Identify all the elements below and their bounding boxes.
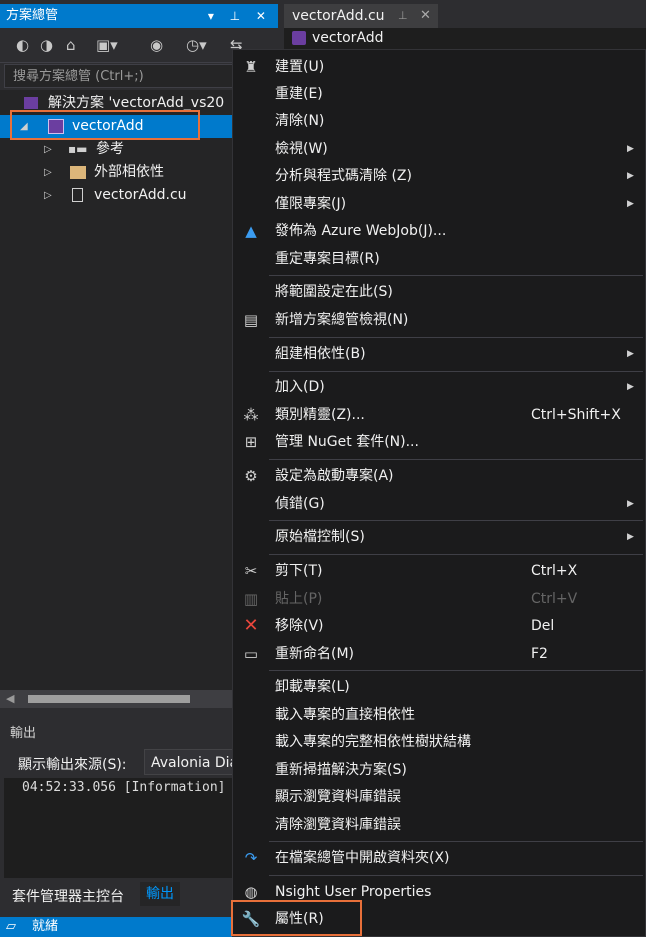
sync-view-icon[interactable]: ▣▾ xyxy=(96,36,118,54)
menu-separator xyxy=(269,275,643,276)
submenu-arrow-icon: ▶ xyxy=(627,199,634,209)
output-source-label: 顯示輸出來源(S): xyxy=(18,757,127,773)
menu-item-set-startup[interactable]: ⚙ 設定為啟動專案(A) xyxy=(233,463,646,489)
submenu-arrow-icon: ▶ xyxy=(627,532,634,542)
rename-icon: ▭ xyxy=(243,645,259,663)
menu-item-scope-to-this[interactable]: 將範圍設定在此(S) xyxy=(233,279,646,305)
highlight-box-properties xyxy=(231,900,362,936)
highlight-box-project xyxy=(10,110,200,140)
menu-item-analyze[interactable]: 分析與程式碼清除 (Z) ▶ xyxy=(233,163,646,189)
menu-item-unload-project[interactable]: 卸載專案(L) xyxy=(233,674,646,700)
menu-separator xyxy=(269,841,643,842)
menu-item-project-only[interactable]: 僅限專案(J) ▶ xyxy=(233,191,646,217)
solution-icon xyxy=(24,97,38,109)
menu-item-load-direct-deps[interactable]: 載入專案的直接相依性 xyxy=(233,702,646,728)
submenu-arrow-icon: ▶ xyxy=(627,144,634,154)
menu-separator xyxy=(269,670,643,671)
tab-output[interactable]: 輸出 xyxy=(140,882,180,906)
build-icon: ♜ xyxy=(244,58,258,76)
scroll-left-icon[interactable]: ◀ xyxy=(6,692,14,705)
submenu-arrow-icon: ▶ xyxy=(627,171,634,181)
menu-item-open-folder[interactable]: ↷ 在檔案總管中開啟資料夾(X) xyxy=(233,845,646,871)
scissors-icon: ✂ xyxy=(244,562,258,580)
paste-icon: ▥ xyxy=(243,590,259,608)
menu-item-class-wizard[interactable]: ⁂ 類別精靈(Z)... Ctrl+Shift+X xyxy=(233,402,646,428)
menu-item-debug[interactable]: 偵錯(G) ▶ xyxy=(233,491,646,517)
menu-separator xyxy=(269,459,643,460)
solution-explorer-title-bar: 方案總管 ▾ ⊥ ✕ xyxy=(0,4,278,28)
output-text: 04:52:33.056 [Information] xyxy=(4,778,236,878)
class-wizard-icon: ⁂ xyxy=(243,406,259,424)
menu-item-retarget[interactable]: 重定專案目標(R) xyxy=(233,246,646,272)
status-text: 就緒 xyxy=(32,919,59,934)
menu-item-publish-azure[interactable]: ▲ 發佈為 Azure WebJob(J)... xyxy=(233,218,646,244)
document-tab-title: vectorAdd.cu xyxy=(292,8,385,24)
menu-item-new-explorer-view[interactable]: ▤ 新增方案總管檢視(N) xyxy=(233,307,646,333)
context-menu: ♜ 建置(U) 重建(E) 清除(N) 檢視(W) ▶ 分析與程式碼清除 (Z) ▶ … xyxy=(231,49,646,937)
expand-icon[interactable]: ▷ xyxy=(44,138,52,161)
horizontal-scrollbar[interactable]: ◀ xyxy=(0,690,232,708)
tab-package-manager[interactable]: 套件管理器主控台 xyxy=(12,886,124,906)
submenu-arrow-icon: ▶ xyxy=(627,349,634,359)
menu-item-cut[interactable]: ✂ 剪下(T) Ctrl+X xyxy=(233,558,646,584)
folder-icon xyxy=(70,166,86,179)
bottom-tabs: 套件管理器主控台 輸出 xyxy=(0,882,232,908)
forward-icon[interactable]: ◑ xyxy=(40,36,53,54)
back-icon[interactable]: ◐ xyxy=(16,36,29,54)
menu-item-paste: ▥ 貼上(P) Ctrl+V xyxy=(233,586,646,612)
azure-icon: ▲ xyxy=(245,222,257,240)
file-icon xyxy=(72,188,83,202)
submenu-arrow-icon: ▶ xyxy=(627,499,634,509)
menu-item-source-control[interactable]: 原始檔控制(S) ▶ xyxy=(233,524,646,550)
cpp-project-icon xyxy=(292,31,306,45)
pin-icon[interactable]: ⊥ xyxy=(398,4,408,28)
menu-separator xyxy=(269,337,643,338)
menu-item-view[interactable]: 檢視(W) ▶ xyxy=(233,136,646,162)
scrollbar-thumb[interactable] xyxy=(28,695,190,703)
new-view-icon: ▤ xyxy=(243,311,259,329)
close-icon[interactable]: ✕ xyxy=(420,4,431,28)
menu-item-build[interactable]: ♜ 建置(U) xyxy=(233,54,646,80)
document-tab[interactable]: vectorAdd.cu ⊥ ✕ xyxy=(284,4,438,28)
menu-item-rescan-solution[interactable]: 重新掃描解決方案(S) xyxy=(233,757,646,783)
menu-item-clean[interactable]: 清除(N) xyxy=(233,108,646,134)
expand-icon[interactable]: ▷ xyxy=(44,184,52,207)
menu-separator xyxy=(269,554,643,555)
output-toolbar: 顯示輸出來源(S): Avalonia Dia xyxy=(4,746,244,778)
editor-project-label[interactable]: vectorAdd xyxy=(312,30,384,46)
menu-item-remove[interactable]: ✕ 移除(V) Del xyxy=(233,613,646,639)
pending-changes-icon[interactable]: ◷▾ xyxy=(186,36,207,54)
menu-item-show-browse-db-errors[interactable]: 顯示瀏覽資料庫錯誤 xyxy=(233,784,646,810)
menu-item-rename[interactable]: ▭ 重新命名(M) F2 xyxy=(233,641,646,667)
menu-item-clear-browse-db-errors[interactable]: 清除瀏覽資料庫錯誤 xyxy=(233,812,646,838)
menu-item-add[interactable]: 加入(D) ▶ xyxy=(233,374,646,400)
menu-item-manage-nuget[interactable]: ⊞ 管理 NuGet 套件(N)... xyxy=(233,429,646,455)
menu-separator xyxy=(269,875,643,876)
home-icon[interactable]: ⌂ xyxy=(66,36,76,54)
globe-icon[interactable]: ◉ xyxy=(150,36,163,54)
remove-icon: ✕ xyxy=(243,615,259,636)
title-bar-buttons[interactable]: ▾ ⊥ ✕ xyxy=(208,4,272,28)
menu-item-load-full-deps[interactable]: 載入專案的完整相依性樹狀結構 xyxy=(233,729,646,755)
submenu-arrow-icon: ▶ xyxy=(627,382,634,392)
solution-explorer-title: 方案總管 xyxy=(6,8,59,23)
status-icon: ▱ xyxy=(6,919,16,934)
menu-separator xyxy=(269,520,643,521)
output-panel-title: 輸出 xyxy=(10,726,37,741)
menu-separator xyxy=(269,371,643,372)
output-source-select[interactable]: Avalonia Dia xyxy=(144,749,244,775)
menu-item-rebuild[interactable]: 重建(E) xyxy=(233,81,646,107)
gear-icon: ⚙ xyxy=(244,467,258,485)
menu-item-build-dependencies[interactable]: 組建相依性(B) ▶ xyxy=(233,341,646,367)
nuget-icon: ⊞ xyxy=(244,433,258,451)
expand-icon[interactable]: ▷ xyxy=(44,161,52,184)
refresh-arrow-icon: ↷ xyxy=(244,849,258,867)
references-icon: ▪▬ xyxy=(68,142,88,156)
